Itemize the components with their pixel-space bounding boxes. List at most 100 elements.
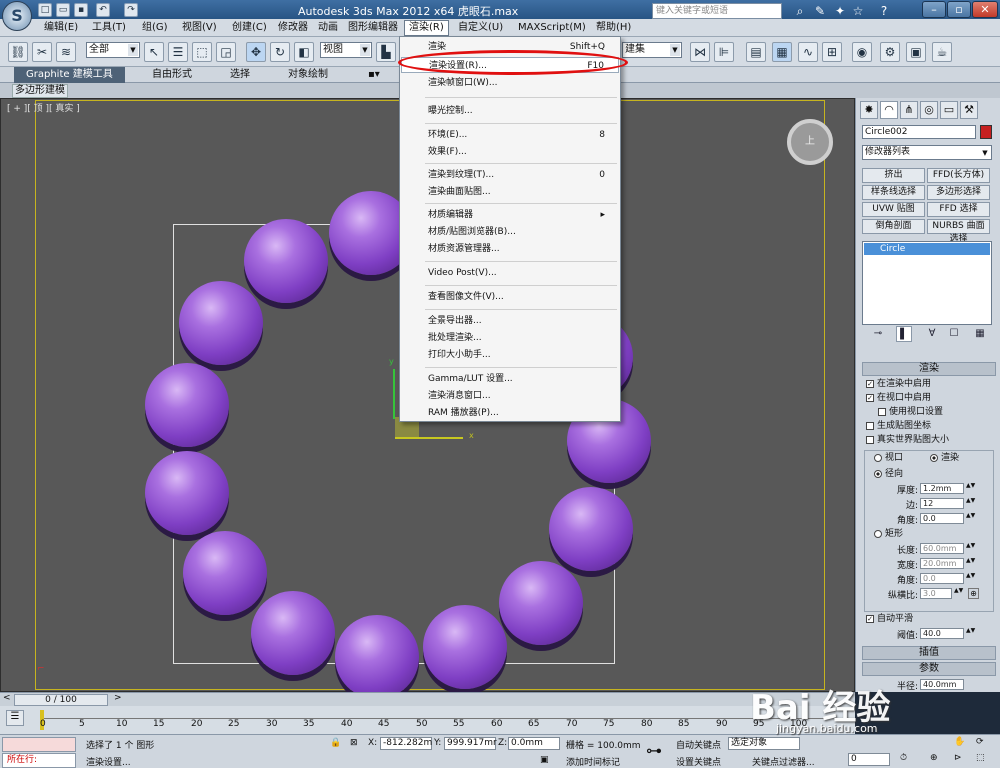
maxscript-line-field[interactable]: 所在行:	[2, 753, 76, 768]
modifier-btn-ffd-box[interactable]: FFD(长方体)	[927, 168, 990, 183]
render-teapot-icon[interactable]: ☕	[932, 42, 952, 62]
modifier-btn-ffd-select[interactable]: FFD 选择	[927, 202, 990, 217]
parameters-rollout-header[interactable]: 参数	[862, 662, 996, 676]
bead-sphere[interactable]	[499, 561, 583, 645]
modifier-stack[interactable]: Circle	[862, 241, 992, 325]
remove-modifier-icon[interactable]: ☐	[946, 326, 962, 342]
menu-item-environment[interactable]: 环境(E)... 8	[401, 127, 619, 143]
menu-item-material-editor[interactable]: 材质编辑器 ▸	[401, 207, 619, 223]
checkbox-real-world-map-size[interactable]: 真实世界贴图大小	[866, 434, 949, 446]
stack-item-circle[interactable]: Circle	[864, 243, 990, 255]
viewcube[interactable]: 上	[787, 119, 833, 165]
time-config-icon[interactable]: ⏱	[900, 753, 907, 763]
menu-item-print-size-wizard[interactable]: 打印大小助手...	[401, 347, 619, 363]
menu-item-exposure-control[interactable]: 曝光控制...	[401, 103, 619, 119]
radio-rectangular[interactable]: 矩形	[874, 528, 903, 540]
viewport-label[interactable]: [ + ][ 顶 ][ 真实 ]	[7, 101, 80, 114]
tools-icon[interactable]: ✎	[812, 3, 828, 19]
lock-aspect-icon[interactable]: ⊕	[968, 588, 979, 599]
bead-sphere[interactable]	[145, 451, 229, 535]
menu-create[interactable]: 创建(C)	[228, 21, 271, 35]
menu-item-render-surface-map[interactable]: 渲染曲面贴图...	[401, 184, 619, 200]
bead-sphere[interactable]	[145, 363, 229, 447]
x-coordinate-field[interactable]: -812.282m	[380, 737, 432, 750]
close-button[interactable]: ✕	[972, 1, 998, 18]
time-tag-icon[interactable]: ▣	[540, 755, 549, 765]
minimize-button[interactable]: –	[922, 1, 946, 18]
spinner-arrows-icon[interactable]: ▲▼	[966, 573, 975, 584]
menu-rendering[interactable]: 渲染(R)	[404, 20, 449, 36]
layer-manager-icon[interactable]: ▤	[746, 42, 766, 62]
radio-viewport[interactable]: 视口	[874, 452, 903, 464]
checkbox-enable-in-viewport[interactable]: ✓ 在视口中启用	[866, 392, 931, 404]
mini-curve-editor-icon[interactable]: ☰	[6, 710, 24, 726]
pan-icon[interactable]: ✋	[954, 737, 965, 747]
motion-panel-icon[interactable]: ◎	[920, 101, 938, 119]
z-coordinate-field[interactable]: 0.0mm	[508, 737, 560, 750]
checkbox-enable-in-renderer[interactable]: ✓ 在渲染中启用	[866, 378, 931, 390]
menu-graph-editors[interactable]: 图形编辑器	[344, 21, 402, 35]
gizmo-y-axis[interactable]	[393, 369, 395, 419]
orbit-icon[interactable]: ⟳	[976, 737, 984, 747]
key-filters-button[interactable]: 关键点过滤器...	[752, 755, 815, 768]
rendering-rollout-header[interactable]: 渲染	[862, 362, 996, 376]
comm-center-icon[interactable]: ✦	[832, 3, 848, 19]
help-icon[interactable]: ?	[876, 3, 892, 19]
ribbon-options-icon[interactable]: ▪▾	[356, 67, 392, 83]
mirror-icon[interactable]: ⋈	[690, 42, 710, 62]
menu-customize[interactable]: 自定义(U)	[454, 21, 507, 35]
time-slider-thumb[interactable]: 0 / 100	[14, 694, 108, 706]
bead-sphere[interactable]	[423, 605, 507, 689]
move-icon[interactable]: ✥	[246, 42, 266, 62]
new-file-icon[interactable]: □	[38, 3, 52, 17]
pivot-center-icon[interactable]: ▙	[376, 42, 396, 62]
make-unique-icon[interactable]: ∀	[924, 326, 940, 342]
absolute-mode-icon[interactable]: ⊠	[350, 738, 358, 748]
menu-help[interactable]: 帮助(H)	[592, 21, 635, 35]
menu-tools[interactable]: 工具(T)	[88, 21, 130, 35]
add-time-tag[interactable]: 添加时间标记	[566, 755, 620, 768]
utilities-panel-icon[interactable]: ⚒	[960, 101, 978, 119]
open-file-icon[interactable]: ▭	[56, 3, 70, 17]
select-by-name-icon[interactable]: ☰	[168, 42, 188, 62]
unlink-icon[interactable]: ✂	[32, 42, 52, 62]
zoom-icon[interactable]: ⊕	[930, 753, 938, 763]
modifier-btn-bevel-profile[interactable]: 倒角剖面	[862, 219, 925, 234]
radio-radial[interactable]: 径向	[874, 468, 903, 480]
favorites-icon[interactable]: ☆	[850, 3, 866, 19]
tab-graphite[interactable]: Graphite 建模工具	[14, 67, 125, 83]
modifier-btn-nurbs-surface-select[interactable]: NURBS 曲面选择	[927, 219, 990, 244]
bead-sphere[interactable]	[179, 281, 263, 365]
y-coordinate-field[interactable]: 999.917mr	[444, 737, 497, 750]
redo-icon[interactable]: ↷	[124, 3, 138, 17]
bead-sphere[interactable]	[335, 615, 419, 699]
bead-sphere[interactable]	[549, 487, 633, 571]
track-bar[interactable]: ☰ 0 5 10 15 20 25 30 35 40 45 50 55 60 6…	[0, 706, 855, 734]
menu-item-gamma-lut[interactable]: Gamma/LUT 设置...	[401, 371, 619, 387]
tab-selection[interactable]: 选择	[218, 67, 262, 83]
interpolation-rollout-header[interactable]: 插值	[862, 646, 996, 660]
curve-editor-icon[interactable]: ∿	[798, 42, 818, 62]
spinner-arrows-icon[interactable]: ▲▼	[954, 588, 963, 599]
align-icon[interactable]: ⊫	[714, 42, 734, 62]
menu-item-material-explorer[interactable]: 材质资源管理器...	[401, 241, 619, 257]
maximize-button[interactable]: ▫	[947, 1, 971, 18]
graphite-toggle-icon[interactable]: ▦	[772, 42, 792, 62]
modifier-btn-poly-select[interactable]: 多边形选择	[927, 185, 990, 200]
checkbox-auto-smooth[interactable]: ✓ 自动平滑	[866, 613, 913, 625]
menu-item-view-image-file[interactable]: 查看图像文件(V)...	[401, 289, 619, 305]
selection-filter-dropdown[interactable]: 全部 ▼	[86, 42, 140, 58]
modifier-btn-extrude[interactable]: 挤出	[862, 168, 925, 183]
scale-icon[interactable]: ◧	[294, 42, 314, 62]
angle-spinner[interactable]: 0.0	[920, 513, 964, 524]
rendered-frame-icon[interactable]: ▣	[906, 42, 926, 62]
material-editor-icon[interactable]: ◉	[852, 42, 872, 62]
maximize-viewport-icon[interactable]: ⬚	[976, 753, 985, 763]
spinner-arrows-icon[interactable]: ▲▼	[966, 543, 975, 554]
render-setup-icon[interactable]: ⚙	[880, 42, 900, 62]
modifier-btn-uvw-map[interactable]: UVW 贴图	[862, 202, 925, 217]
spinner-arrows-icon[interactable]: ▲▼	[966, 628, 975, 639]
time-prev-icon[interactable]: <	[3, 693, 11, 703]
display-panel-icon[interactable]: ▭	[940, 101, 958, 119]
tab-object-paint[interactable]: 对象绘制	[276, 67, 340, 83]
